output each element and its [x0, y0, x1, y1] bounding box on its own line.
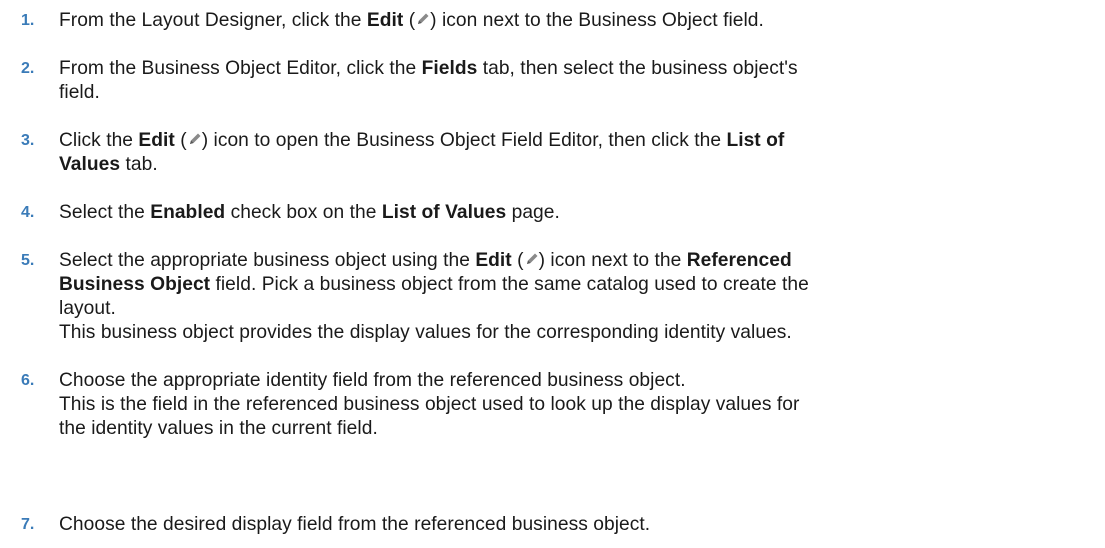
step-text: Choose the appropriate identity field fr… — [59, 369, 1087, 441]
ui-term-business-object: Business Object — [59, 274, 211, 295]
pencil-icon — [524, 251, 539, 268]
ui-term-edit: Edit — [138, 130, 175, 151]
step-line: Click the Edit () icon to open the Busin… — [59, 130, 785, 151]
ui-term-edit: Edit — [475, 250, 512, 271]
step-line: Select the appropriate business object u… — [59, 250, 792, 271]
ui-term-enabled: Enabled — [150, 202, 226, 223]
step-number: 5. — [21, 252, 35, 269]
step-line: From the Business Object Editor, click t… — [59, 58, 798, 79]
step-number: 4. — [21, 204, 35, 221]
ui-term-edit: Edit — [366, 10, 404, 31]
step-line: Select the Enabled check box on the List… — [59, 202, 560, 223]
step-result-line: This is the field in the referenced busi… — [59, 394, 800, 415]
step-number: 7. — [21, 516, 35, 533]
step-line: layout. — [59, 298, 116, 319]
step-line: Choose the appropriate identity field fr… — [59, 370, 686, 391]
ui-term-list-of-values: List of Values — [381, 202, 507, 223]
step-number: 1. — [21, 12, 35, 29]
ui-term-values: Values — [59, 154, 121, 175]
step-line: Choose the desired display field from th… — [59, 514, 651, 535]
ui-term-fields: Fields — [421, 58, 478, 79]
step-text: Select the appropriate business object u… — [59, 249, 1087, 345]
step-number: 2. — [21, 60, 35, 77]
step-number: 6. — [21, 372, 35, 389]
step-text: From the Layout Designer, click the Edit… — [59, 9, 1087, 33]
step-line: field. — [59, 82, 100, 103]
step-text: Click the Edit () icon to open the Busin… — [59, 129, 1087, 177]
pencil-icon — [415, 11, 430, 28]
step-line: Business Object field. Pick a business o… — [59, 274, 809, 295]
step-line: From the Layout Designer, click the Edit… — [59, 10, 764, 31]
step-text: Select the Enabled check box on the List… — [59, 201, 1087, 225]
pencil-icon — [187, 131, 202, 148]
ui-term-list-of: List of — [726, 130, 785, 151]
ui-term-referenced: Referenced — [686, 250, 792, 271]
step-number: 3. — [21, 132, 35, 149]
step-line: Values tab. — [59, 154, 158, 175]
step-text: From the Business Object Editor, click t… — [59, 57, 1087, 105]
step-result-line: This business object provides the displa… — [59, 322, 792, 343]
step-text: Choose the desired display field from th… — [59, 513, 1087, 537]
step-result-line: the identity values in the current field… — [59, 418, 378, 439]
